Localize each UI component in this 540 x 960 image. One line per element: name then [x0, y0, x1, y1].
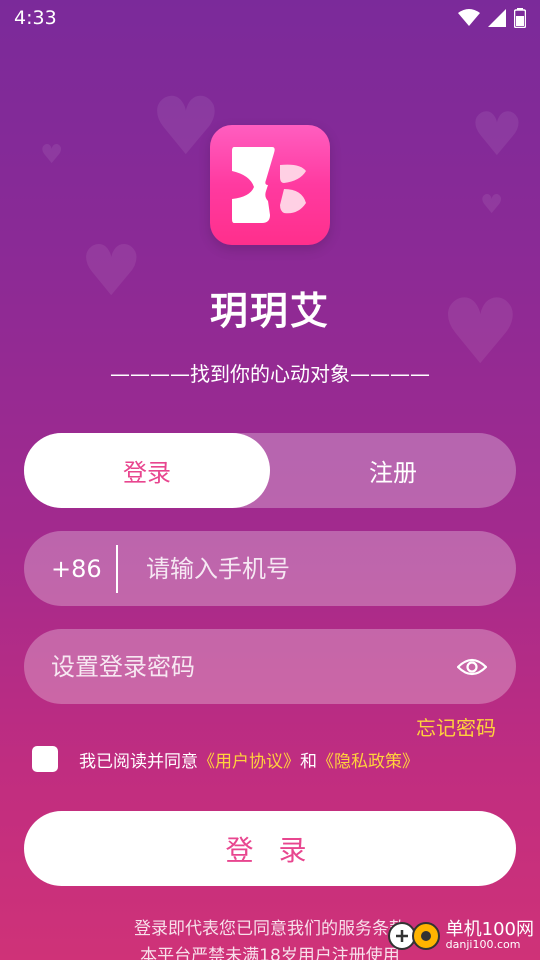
status-time: 4:33: [14, 7, 57, 29]
login-register-tabs: 登录 注册: [24, 433, 516, 508]
status-icons: [458, 8, 526, 28]
agreement-checkbox[interactable]: [32, 746, 58, 772]
watermark-name: 单机100网: [445, 918, 534, 940]
agreement-prefix: 我已阅读并同意: [79, 751, 198, 772]
watermark-text: 单机100网 danji100.com: [445, 918, 534, 951]
field-divider: [116, 544, 118, 593]
battery-icon: [514, 8, 526, 28]
butterfly-logo-icon: [232, 147, 306, 223]
background-heart-decoration: ♥: [40, 140, 64, 170]
password-input[interactable]: [24, 652, 442, 681]
country-code-selector[interactable]: +86: [24, 555, 116, 583]
watermark-url: danji100.com: [445, 937, 521, 951]
user-agreement-link[interactable]: 《用户协议》: [198, 752, 300, 772]
phone-field: +86: [24, 531, 516, 606]
tab-register[interactable]: 注册: [270, 433, 516, 508]
wifi-icon: [458, 9, 480, 26]
tab-login[interactable]: 登录: [24, 433, 270, 508]
app-logo: [210, 125, 330, 245]
watermark: 单机100网 danji100.com: [387, 918, 534, 952]
forgot-password-link[interactable]: 忘记密码: [416, 712, 496, 741]
agreement-and: 和: [300, 751, 317, 772]
password-field: [24, 629, 516, 704]
agreement-text: 我已阅读并同意《用户协议》和《隐私政策》: [79, 747, 419, 772]
background-heart-decoration: ♥: [470, 100, 524, 170]
app-name: 玥玥艾: [209, 289, 330, 333]
privacy-policy-link[interactable]: 《隐私政策》: [317, 752, 419, 772]
background-heart-decoration: ♥: [480, 190, 504, 220]
phone-input[interactable]: [146, 554, 516, 583]
signal-icon: [488, 9, 506, 27]
login-button[interactable]: 登 录: [24, 811, 516, 886]
status-bar: 4:33: [0, 0, 540, 36]
watermark-logo-icon: [387, 922, 440, 950]
eye-icon[interactable]: [442, 657, 502, 677]
app-slogan: ————找到你的心动对象————: [110, 362, 430, 386]
agreement-row: 我已阅读并同意《用户协议》和《隐私政策》: [32, 746, 419, 772]
